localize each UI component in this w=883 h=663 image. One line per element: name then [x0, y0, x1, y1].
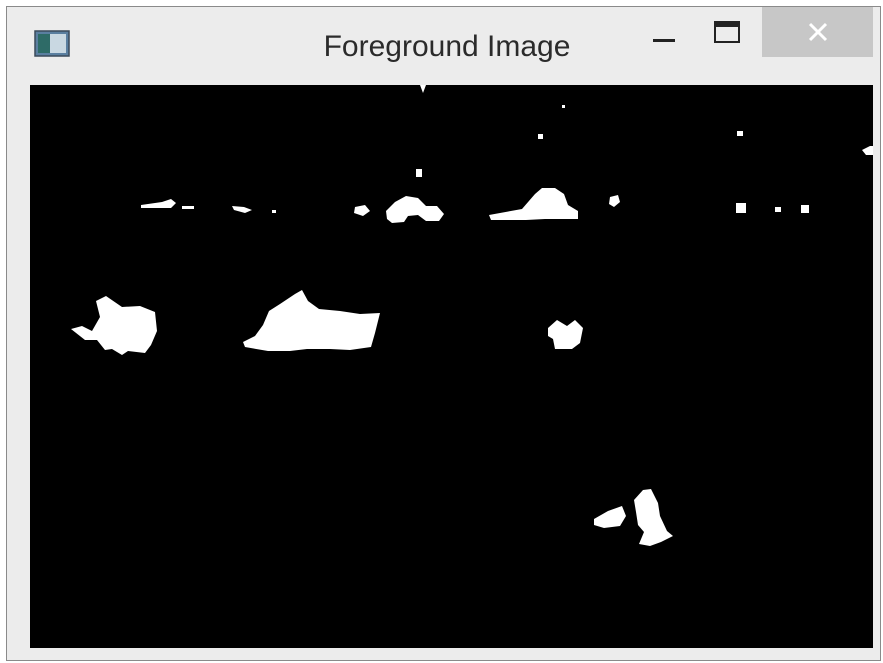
minimize-button[interactable]	[642, 7, 686, 57]
maximize-icon	[714, 21, 740, 43]
foreground-image-canvas	[30, 85, 873, 648]
close-icon	[808, 22, 827, 42]
maximize-button[interactable]	[705, 7, 749, 57]
minimize-icon	[653, 39, 675, 42]
window-app-icon[interactable]	[34, 30, 70, 57]
foreground-image-window: Foreground Image	[6, 6, 881, 661]
close-button[interactable]	[762, 7, 873, 57]
foreground-mask-image	[30, 85, 873, 648]
title-bar[interactable]: Foreground Image	[7, 7, 880, 73]
window-title: Foreground Image	[323, 30, 571, 63]
